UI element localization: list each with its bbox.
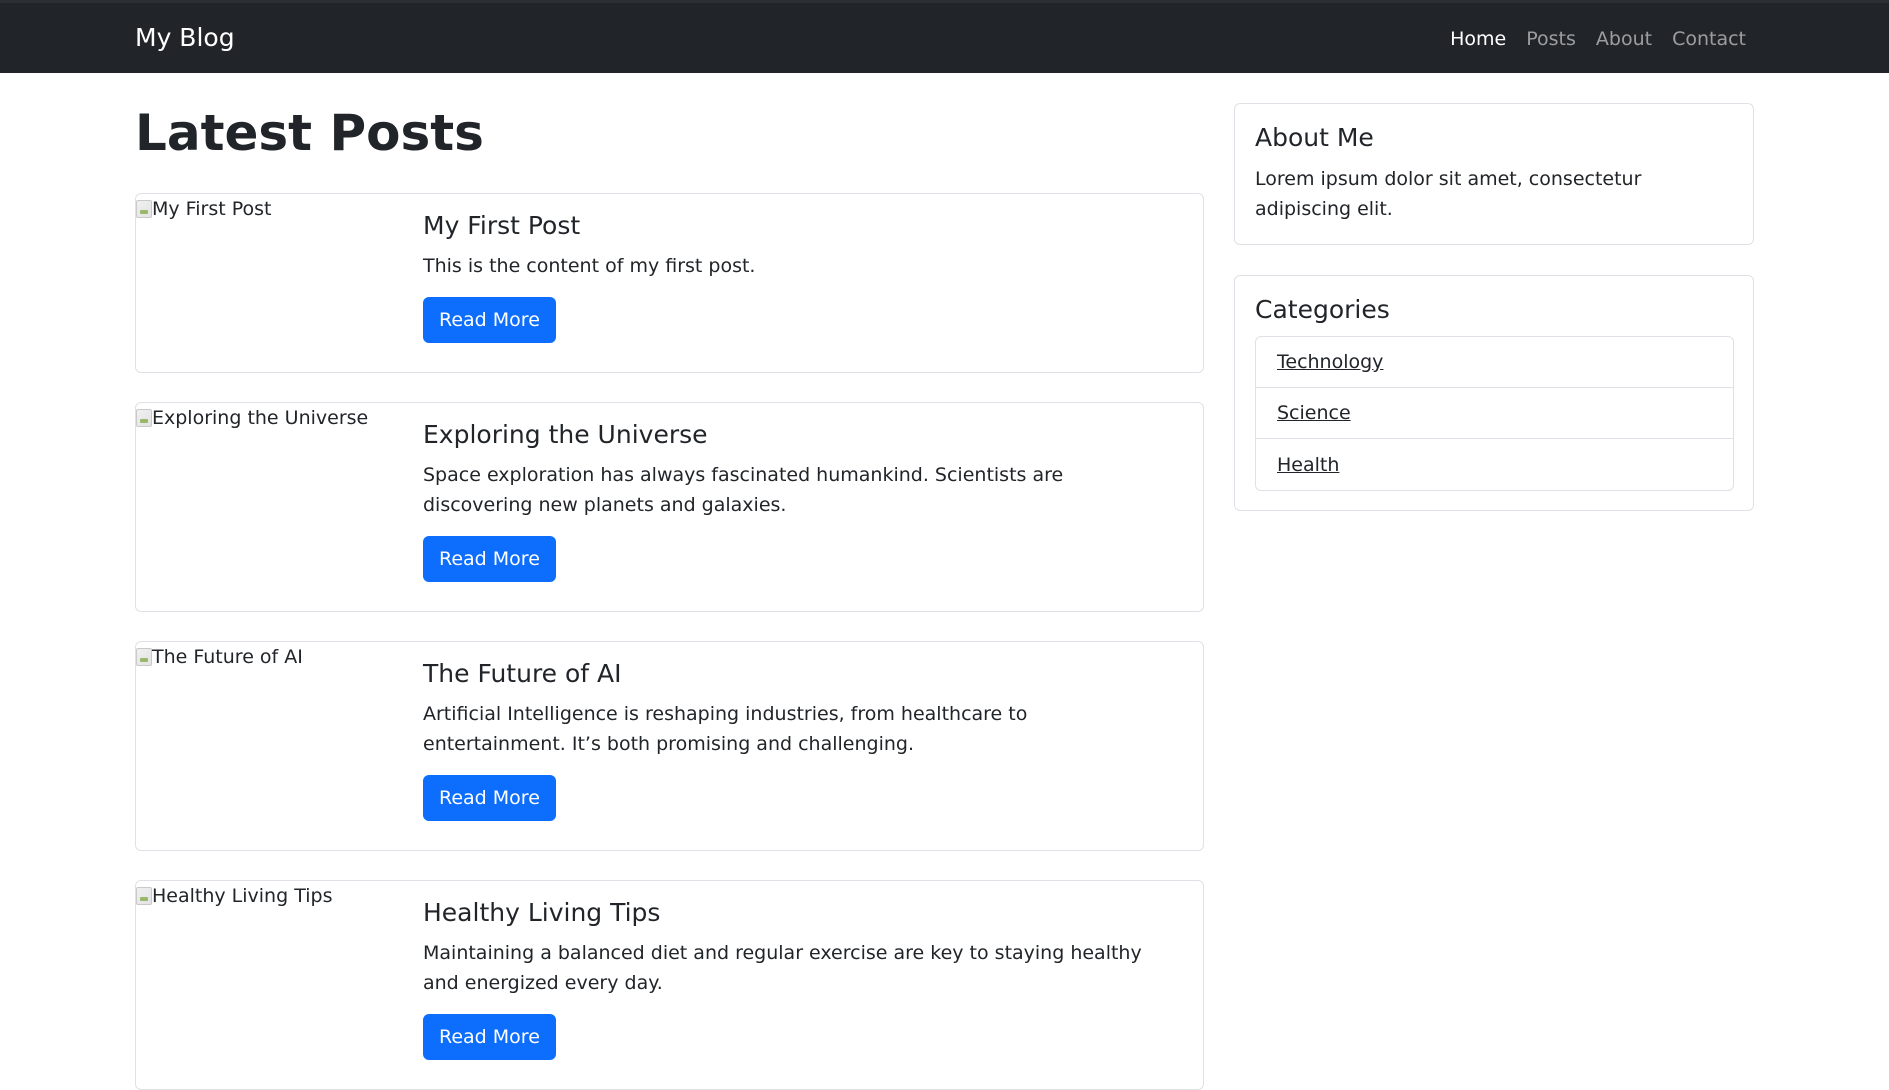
top-navbar: My Blog Home Posts About Contact <box>0 0 1889 73</box>
post-title: Exploring the Universe <box>423 420 708 449</box>
post-body: The Future of AI Artificial Intelligence… <box>423 658 1163 821</box>
post-card: Exploring the Universe Exploring the Uni… <box>135 402 1204 612</box>
categories-list: Technology Science Health <box>1255 336 1734 491</box>
category-link-science[interactable]: Science <box>1277 401 1351 425</box>
list-item: Technology <box>1256 337 1733 388</box>
nav-link-home[interactable]: Home <box>1450 27 1506 51</box>
read-more-button[interactable]: Read More <box>423 536 556 582</box>
post-text: Artificial Intelligence is reshaping ind… <box>423 703 1028 755</box>
post-body: Healthy Living Tips Maintaining a balanc… <box>423 897 1163 1060</box>
broken-image-icon <box>136 200 152 218</box>
about-me-card: About Me Lorem ipsum dolor sit amet, con… <box>1234 103 1754 245</box>
nav-link-posts[interactable]: Posts <box>1526 27 1576 51</box>
category-link-health[interactable]: Health <box>1277 453 1339 477</box>
nav-links: Home Posts About Contact <box>1430 27 1746 51</box>
post-card: The Future of AI The Future of AI Artifi… <box>135 641 1204 851</box>
post-image: The Future of AI <box>136 642 401 850</box>
list-item: Science <box>1256 388 1733 439</box>
post-title: Healthy Living Tips <box>423 898 661 927</box>
about-me-title: About Me <box>1255 123 1374 152</box>
brand-link[interactable]: My Blog <box>135 23 235 53</box>
read-more-button[interactable]: Read More <box>423 775 556 821</box>
post-card: Healthy Living Tips Healthy Living Tips … <box>135 880 1204 1090</box>
post-card: My First Post My First Post This is the … <box>135 193 1204 373</box>
nav-link-contact[interactable]: Contact <box>1672 27 1746 51</box>
post-text: Maintaining a balanced diet and regular … <box>423 942 1142 994</box>
categories-title: Categories <box>1255 295 1390 324</box>
post-text: Space exploration has always fascinated … <box>423 464 1064 516</box>
categories-card: Categories Technology Science Health <box>1234 275 1754 511</box>
post-text: This is the content of my first post. <box>423 255 756 277</box>
post-image: My First Post <box>136 194 401 372</box>
post-body: Exploring the Universe Space exploration… <box>423 419 1163 582</box>
about-me-text: Lorem ipsum dolor sit amet, consectetur … <box>1255 168 1642 220</box>
post-image: Exploring the Universe <box>136 403 401 611</box>
post-image-alt: My First Post <box>152 198 272 220</box>
post-title: The Future of AI <box>423 659 622 688</box>
broken-image-icon <box>136 648 152 666</box>
broken-image-icon <box>136 409 152 427</box>
post-image-alt: The Future of AI <box>152 646 303 668</box>
post-image-alt: Healthy Living Tips <box>152 885 333 907</box>
read-more-button[interactable]: Read More <box>423 297 556 343</box>
post-title: My First Post <box>423 211 581 240</box>
broken-image-icon <box>136 887 152 905</box>
post-image-alt: Exploring the Universe <box>152 407 369 429</box>
read-more-button[interactable]: Read More <box>423 1014 556 1060</box>
page-title: Latest Posts <box>135 104 484 162</box>
list-item: Health <box>1256 439 1733 490</box>
nav-link-about[interactable]: About <box>1596 27 1652 51</box>
category-link-technology[interactable]: Technology <box>1277 350 1383 374</box>
post-body: My First Post This is the content of my … <box>423 210 1163 343</box>
